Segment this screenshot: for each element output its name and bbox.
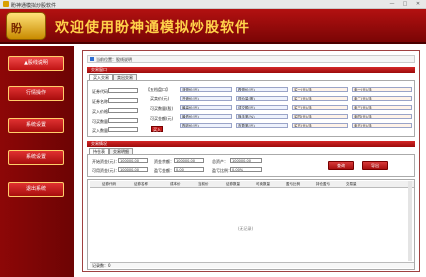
buy-button[interactable]: 买入 [151, 126, 163, 132]
quote-ask5: 卖五(元)/手 [352, 123, 412, 128]
quote-bid2: 买二(元)/手 [292, 96, 348, 101]
quote-low: 最低价(元) [180, 114, 232, 119]
profit-value: 0.00 [174, 167, 204, 172]
app-logo: 盼 [6, 12, 46, 40]
header-banner: 盼 欢迎使用盼神通模拟炒股软件 [0, 9, 426, 44]
quote-ask1: 卖一(元)/手 [352, 87, 412, 92]
location-icon [90, 57, 94, 61]
holdings-table: 证券代码 证券名称 成本价 当前价 证券数量 可卖数量 盈亏比例 持仓盈亏 交易… [87, 179, 415, 270]
banner-title: 欢迎使用盼神通模拟炒股软件 [55, 20, 250, 36]
col-name[interactable]: 证券名称 [134, 182, 148, 187]
initial-label: 开始资金(元)： [92, 159, 120, 164]
quote-high: 最高价(元) [180, 105, 232, 110]
profit-label: 盈亏金额： [154, 168, 174, 173]
maximize-button[interactable]: □ [399, 1, 411, 7]
quote-pe: 市盈率(元) [236, 123, 288, 128]
account-section-header: 交易情况 [87, 141, 415, 147]
sidebar-item-stock-intro[interactable]: ▲股线说明 [8, 56, 64, 71]
initial-value: 100000.00 [118, 158, 148, 163]
funds-value: 100000.00 [174, 158, 204, 163]
title-bar: 盼神通模拟炒股软件 — □ ✕ [0, 0, 426, 9]
breadcrumb: 当前位置：股线说明 [87, 55, 415, 63]
quote-limit-up: 涨停价(元) [180, 87, 232, 92]
name-input[interactable] [108, 98, 138, 103]
quote-limit-down: 跌停价(元) [236, 87, 288, 92]
col-cost[interactable]: 成本价 [170, 182, 181, 187]
quote-turnover-rate: 换手率(%) [236, 114, 288, 119]
sidebar-item-market[interactable]: 行情操作 [8, 86, 64, 101]
col-code[interactable]: 证券代码 [102, 182, 116, 187]
price-input[interactable] [108, 108, 138, 113]
quote-turnover: 成交额(元) [236, 105, 288, 110]
record-count: 记录数：0 [92, 263, 111, 268]
ratio-label: 盈亏比例： [212, 168, 232, 173]
ratio-value: 0.00% [230, 167, 262, 172]
total-value: 100000.00 [230, 158, 262, 163]
quote-row-qty: 可买数量(股) [150, 106, 174, 111]
breadcrumb-text: 当前位置：股线说明 [96, 57, 132, 62]
quote-ask2: 卖二(元)/手 [352, 96, 412, 101]
export-button[interactable]: 导出 [362, 161, 388, 170]
quote-open: 开盘价(元) [180, 96, 232, 101]
quote-volume: 现价量(股) [236, 96, 288, 101]
usable-value: 100000.00 [118, 167, 148, 172]
trade-panel: 证券代码： 证券名称： 买入价格： 可买数量： 买入数量： 【五档盘口】 买卖价… [87, 80, 415, 137]
quote-bid1: 买一(元)/手 [292, 87, 348, 92]
total-label: 总资产： [212, 159, 228, 164]
qty-input[interactable] [108, 127, 138, 132]
minimize-button[interactable]: — [386, 1, 398, 7]
sidebar-item-system[interactable]: 系统设置 [8, 150, 64, 165]
quote-bid3: 买三(元)/手 [292, 105, 348, 110]
col-volume[interactable]: 交易量 [346, 182, 357, 187]
quote-header: 【五档盘口】 [146, 87, 170, 92]
quote-bid5: 买五(元)/手 [292, 123, 348, 128]
table-header: 证券代码 证券名称 成本价 当前价 证券数量 可卖数量 盈亏比例 持仓盈亏 交易… [90, 181, 414, 188]
query-button[interactable]: 查询 [328, 161, 354, 170]
col-ratio[interactable]: 盈亏比例 [286, 182, 300, 187]
app-icon [3, 1, 9, 7]
main-panel: 当前位置：股线说明 交易窗口 买入交易 卖出交易 证券代码： 证券名称： 买入价… [82, 50, 420, 272]
col-qty[interactable]: 证券数量 [226, 182, 240, 187]
quote-bid4: 买四(元)/手 [292, 114, 348, 119]
window-title: 盼神通模拟炒股软件 [11, 3, 57, 9]
logo-text: 盼 [11, 22, 22, 35]
usable-label: 可用资金(元)： [92, 168, 120, 173]
sidebar: ▲股线说明 行情操作 系统设置 系统设置 退出系统 [0, 46, 74, 277]
close-button[interactable]: ✕ [412, 1, 424, 7]
status-bar: 记录数：0 [90, 262, 414, 268]
quote-row-price: 买卖价(元) [150, 96, 170, 101]
sidebar-item-settings[interactable]: 系统设置 [8, 118, 64, 133]
col-current[interactable]: 当前价 [198, 182, 209, 187]
code-input[interactable] [108, 88, 138, 93]
trade-section-header: 交易窗口 [87, 67, 415, 73]
quote-ask3: 卖三(元)/手 [352, 105, 412, 110]
quote-prev-close: 昨收价(元) [180, 123, 232, 128]
empty-table-text: (无记录) [238, 226, 254, 231]
col-pnl[interactable]: 持仓盈亏 [316, 182, 330, 187]
quote-row-amount: 可买金额(元) [150, 116, 174, 121]
account-summary: 开始资金(元)： 100000.00 资金余额： 100000.00 总资产： … [87, 154, 415, 177]
sidebar-item-exit[interactable]: 退出系统 [8, 182, 64, 197]
max-input [108, 118, 138, 123]
col-sellable[interactable]: 可卖数量 [256, 182, 270, 187]
quote-ask4: 卖四(元)/手 [352, 114, 412, 119]
funds-label: 资金余额： [154, 159, 174, 164]
table-scrollbar[interactable] [408, 181, 412, 261]
